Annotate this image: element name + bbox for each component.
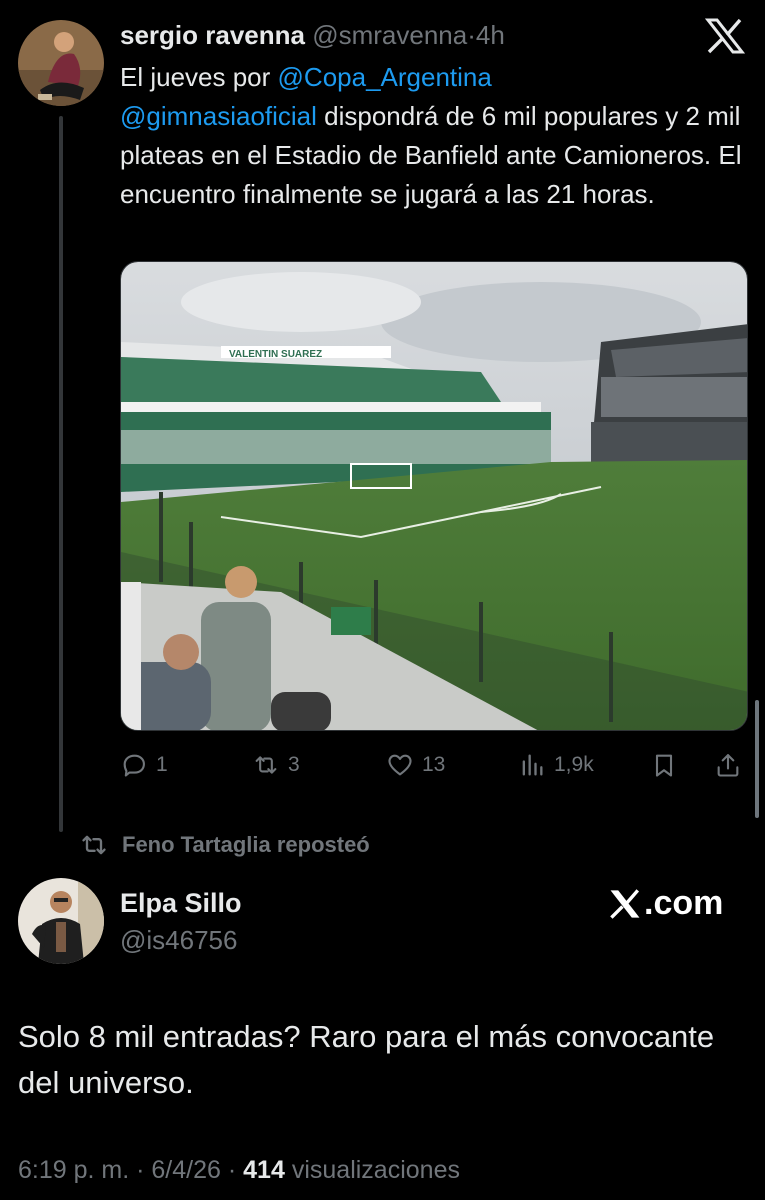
share-button[interactable] — [714, 745, 742, 785]
tweet-text-part1: El jueves por — [120, 62, 278, 92]
reply-author-handle[interactable]: @is46756 — [120, 925, 237, 956]
author-handle[interactable]: @smravenna — [312, 20, 467, 50]
repost-count: 3 — [288, 753, 300, 776]
reply-icon — [123, 754, 145, 777]
reply-timestamp[interactable]: 6:19 p. m. — [18, 1156, 129, 1184]
scrollbar[interactable] — [755, 700, 759, 818]
repost-button[interactable]: 3 — [252, 745, 300, 785]
author-name[interactable]: sergio ravenna — [120, 20, 305, 50]
like-icon — [388, 754, 412, 776]
repost-icon — [82, 835, 106, 855]
reply-date[interactable]: 6/4/26 — [151, 1156, 221, 1184]
views-button[interactable]: 1,9k — [518, 745, 594, 785]
reply-author-avatar[interactable] — [18, 878, 104, 964]
separator-dot: · — [467, 20, 476, 50]
tweet-media-image[interactable]: VALENTIN SUAREZ — [120, 261, 748, 731]
watermark-text: .com — [644, 884, 724, 922]
repost-context[interactable]: Feno Tartaglia reposteó — [80, 832, 370, 858]
separator-dot: · — [136, 1156, 145, 1184]
reply-views-label: visualizaciones — [291, 1156, 460, 1184]
mention-copa-argentina[interactable]: @Copa_Argentina — [278, 62, 492, 92]
reply-meta: 6:19 p. m. · 6/4/26 · 414 visualizacione… — [18, 1156, 460, 1185]
repost-icon — [255, 756, 277, 774]
x-logo-icon — [704, 18, 746, 54]
views-count: 1,9k — [554, 753, 594, 776]
reply-views-count: 414 — [243, 1156, 285, 1184]
author-avatar[interactable] — [18, 20, 104, 106]
separator-dot: · — [227, 1156, 237, 1184]
share-icon — [717, 754, 739, 777]
tweet-actions-bar: 1 3 13 1,9k — [120, 745, 750, 785]
repost-label: Feno Tartaglia reposteó — [122, 832, 370, 857]
thread-connector-line — [59, 116, 63, 832]
views-icon — [522, 754, 543, 776]
reply-button[interactable]: 1 — [120, 745, 168, 785]
x-logo-icon — [610, 888, 640, 919]
tweet-header: sergio ravenna @smravenna·4h — [120, 18, 505, 52]
tweet-time[interactable]: 4h — [476, 20, 505, 50]
reply-author-name[interactable]: Elpa Sillo — [120, 888, 242, 919]
stadium-banner-text: VALENTIN SUAREZ — [229, 349, 322, 360]
reply-text: Solo 8 mil entradas? Raro para el más co… — [18, 1019, 715, 1100]
bookmark-icon — [655, 754, 673, 777]
tweet-text: El jueves por @Copa_Argentina @gimnasiaof… — [120, 58, 750, 214]
like-button[interactable]: 13 — [386, 745, 445, 785]
xcom-watermark: .com — [608, 884, 723, 923]
mention-gimnasia[interactable]: @gimnasiaoficial — [120, 101, 317, 131]
bookmark-button[interactable] — [650, 745, 678, 785]
reply-count: 1 — [156, 753, 168, 776]
like-count: 13 — [422, 753, 446, 776]
